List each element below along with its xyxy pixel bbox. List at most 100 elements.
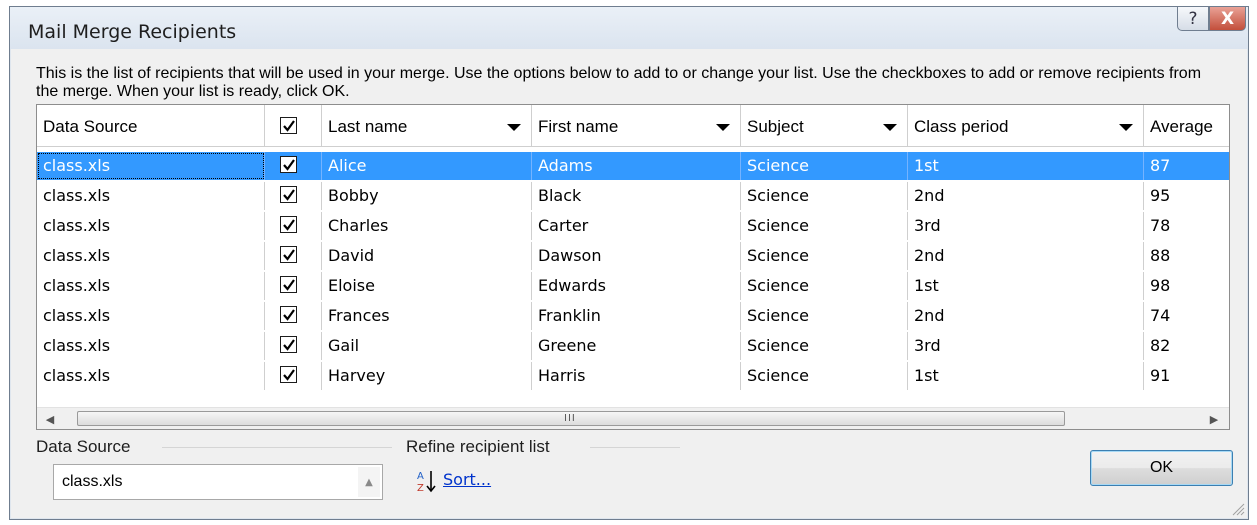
checkmark-icon	[282, 278, 295, 291]
scrollbar-thumb[interactable]: III	[77, 411, 1065, 426]
column-header-label: Last name	[328, 117, 408, 136]
table-row[interactable]: class.xls David Dawson Science 2nd 88	[37, 242, 1229, 270]
cell-average: 88	[1150, 246, 1171, 265]
sort-link[interactable]: Sort...	[443, 470, 491, 489]
cell-data-source: class.xls	[37, 302, 265, 330]
select-all-checkbox[interactable]	[280, 117, 297, 134]
cell-data-source: class.xls	[37, 332, 265, 360]
cell-subject: Science	[741, 182, 908, 210]
cell-class-period: 2nd	[908, 302, 1144, 330]
column-header-first-name[interactable]: First name	[532, 105, 741, 147]
cell-first-name: Carter	[532, 212, 741, 240]
cell-class-period: 3rd	[908, 212, 1144, 240]
close-icon: X	[1220, 8, 1235, 29]
column-header-label: Class period	[914, 117, 1009, 136]
cell-last-name: Charles	[322, 212, 532, 240]
cell-subject: Science	[741, 332, 908, 360]
checkmark-icon	[282, 368, 295, 381]
cell-last-name: Eloise	[322, 272, 532, 300]
table-row[interactable]: class.xls Gail Greene Science 3rd 82	[37, 332, 1229, 360]
dialog-title: Mail Merge Recipients	[28, 21, 237, 43]
scroll-right-icon[interactable]: ▶	[1207, 412, 1221, 426]
dropdown-arrow-icon[interactable]	[883, 124, 897, 131]
column-header-label: Average	[1150, 117, 1214, 136]
cell-average: 91	[1150, 366, 1171, 385]
dropdown-arrow-icon[interactable]	[716, 124, 730, 131]
data-source-item[interactable]: class.xls	[62, 473, 122, 491]
cell-first-name: Black	[532, 182, 741, 210]
close-button[interactable]: X	[1209, 7, 1246, 31]
cell-data-source: class.xls	[37, 152, 265, 180]
scroll-grip: III	[564, 413, 576, 424]
cell-average: 74	[1150, 306, 1171, 325]
cell-last-name: Harvey	[322, 362, 532, 390]
cell-checkbox	[265, 182, 322, 210]
mail-merge-dialog: Mail Merge Recipients ? X This is the li…	[9, 6, 1249, 520]
checkmark-icon	[282, 338, 295, 351]
divider	[590, 447, 680, 448]
column-header-subject[interactable]: Subject	[741, 105, 908, 147]
row-checkbox[interactable]	[280, 216, 297, 233]
help-button[interactable]: ?	[1177, 7, 1209, 31]
cell-average: 87	[1150, 156, 1171, 175]
resize-grip-icon[interactable]	[1231, 502, 1245, 516]
checkmark-icon	[282, 218, 295, 231]
column-header-checkbox[interactable]	[265, 105, 322, 147]
column-header-class-period[interactable]: Class period	[908, 105, 1144, 147]
cell-first-name: Harris	[532, 362, 741, 390]
cell-checkbox	[265, 272, 322, 300]
table-row[interactable]: class.xls Eloise Edwards Science 1st 98	[37, 272, 1229, 300]
cell-data-source: class.xls	[37, 242, 265, 270]
checkmark-icon	[282, 158, 295, 171]
divider	[162, 447, 392, 448]
row-checkbox[interactable]	[280, 156, 297, 173]
cell-first-name: Edwards	[532, 272, 741, 300]
svg-text:Z: Z	[417, 483, 424, 494]
cell-subject: Science	[741, 212, 908, 240]
cell-checkbox	[265, 332, 322, 360]
data-source-list[interactable]: class.xls ▲	[53, 464, 383, 500]
row-checkbox[interactable]	[280, 366, 297, 383]
cell-data-source: class.xls	[37, 182, 265, 210]
row-checkbox[interactable]	[280, 276, 297, 293]
cell-average: 95	[1150, 186, 1171, 205]
row-checkbox[interactable]	[280, 306, 297, 323]
cell-class-period: 1st	[908, 272, 1144, 300]
table-row[interactable]: class.xls Frances Franklin Science 2nd 7…	[37, 302, 1229, 330]
table-row[interactable]: class.xls Bobby Black Science 2nd 95	[37, 182, 1229, 210]
cell-data-source: class.xls	[37, 272, 265, 300]
table-row[interactable]: class.xls Charles Carter Science 3rd 78	[37, 212, 1229, 240]
dropdown-arrow-icon[interactable]	[1119, 124, 1133, 131]
cell-data-source: class.xls	[37, 212, 265, 240]
help-icon: ?	[1188, 8, 1198, 29]
cell-class-period: 3rd	[908, 332, 1144, 360]
column-header-average[interactable]: Average	[1144, 105, 1229, 147]
column-header-last-name[interactable]: Last name	[322, 105, 532, 147]
recipient-grid: Data Source Last name First name Subject…	[36, 104, 1230, 430]
checkmark-icon	[282, 188, 295, 201]
scroll-up-icon[interactable]: ▲	[358, 467, 380, 497]
cell-last-name: Frances	[322, 302, 532, 330]
column-header-label: First name	[538, 117, 619, 136]
table-row[interactable]: class.xls Harvey Harris Science 1st 91	[37, 362, 1229, 390]
svg-text:A: A	[417, 471, 424, 482]
cell-data-source: class.xls	[37, 362, 265, 390]
ok-button[interactable]: OK	[1090, 450, 1233, 486]
horizontal-scrollbar[interactable]: ◀ III ▶	[37, 407, 1229, 429]
cell-average: 82	[1150, 336, 1171, 355]
dropdown-arrow-icon[interactable]	[507, 124, 521, 131]
column-header-data-source[interactable]: Data Source	[37, 105, 265, 147]
cell-subject: Science	[741, 242, 908, 270]
cell-last-name: Gail	[322, 332, 532, 360]
checkmark-icon	[282, 308, 295, 321]
cell-first-name: Franklin	[532, 302, 741, 330]
table-row[interactable]: class.xls Alice Adams Science 1st 87	[37, 152, 1229, 180]
cell-first-name: Dawson	[532, 242, 741, 270]
cell-subject: Science	[741, 152, 908, 180]
row-checkbox[interactable]	[280, 336, 297, 353]
cell-first-name: Greene	[532, 332, 741, 360]
cell-class-period: 2nd	[908, 182, 1144, 210]
row-checkbox[interactable]	[280, 246, 297, 263]
scroll-left-icon[interactable]: ◀	[43, 412, 57, 426]
row-checkbox[interactable]	[280, 186, 297, 203]
